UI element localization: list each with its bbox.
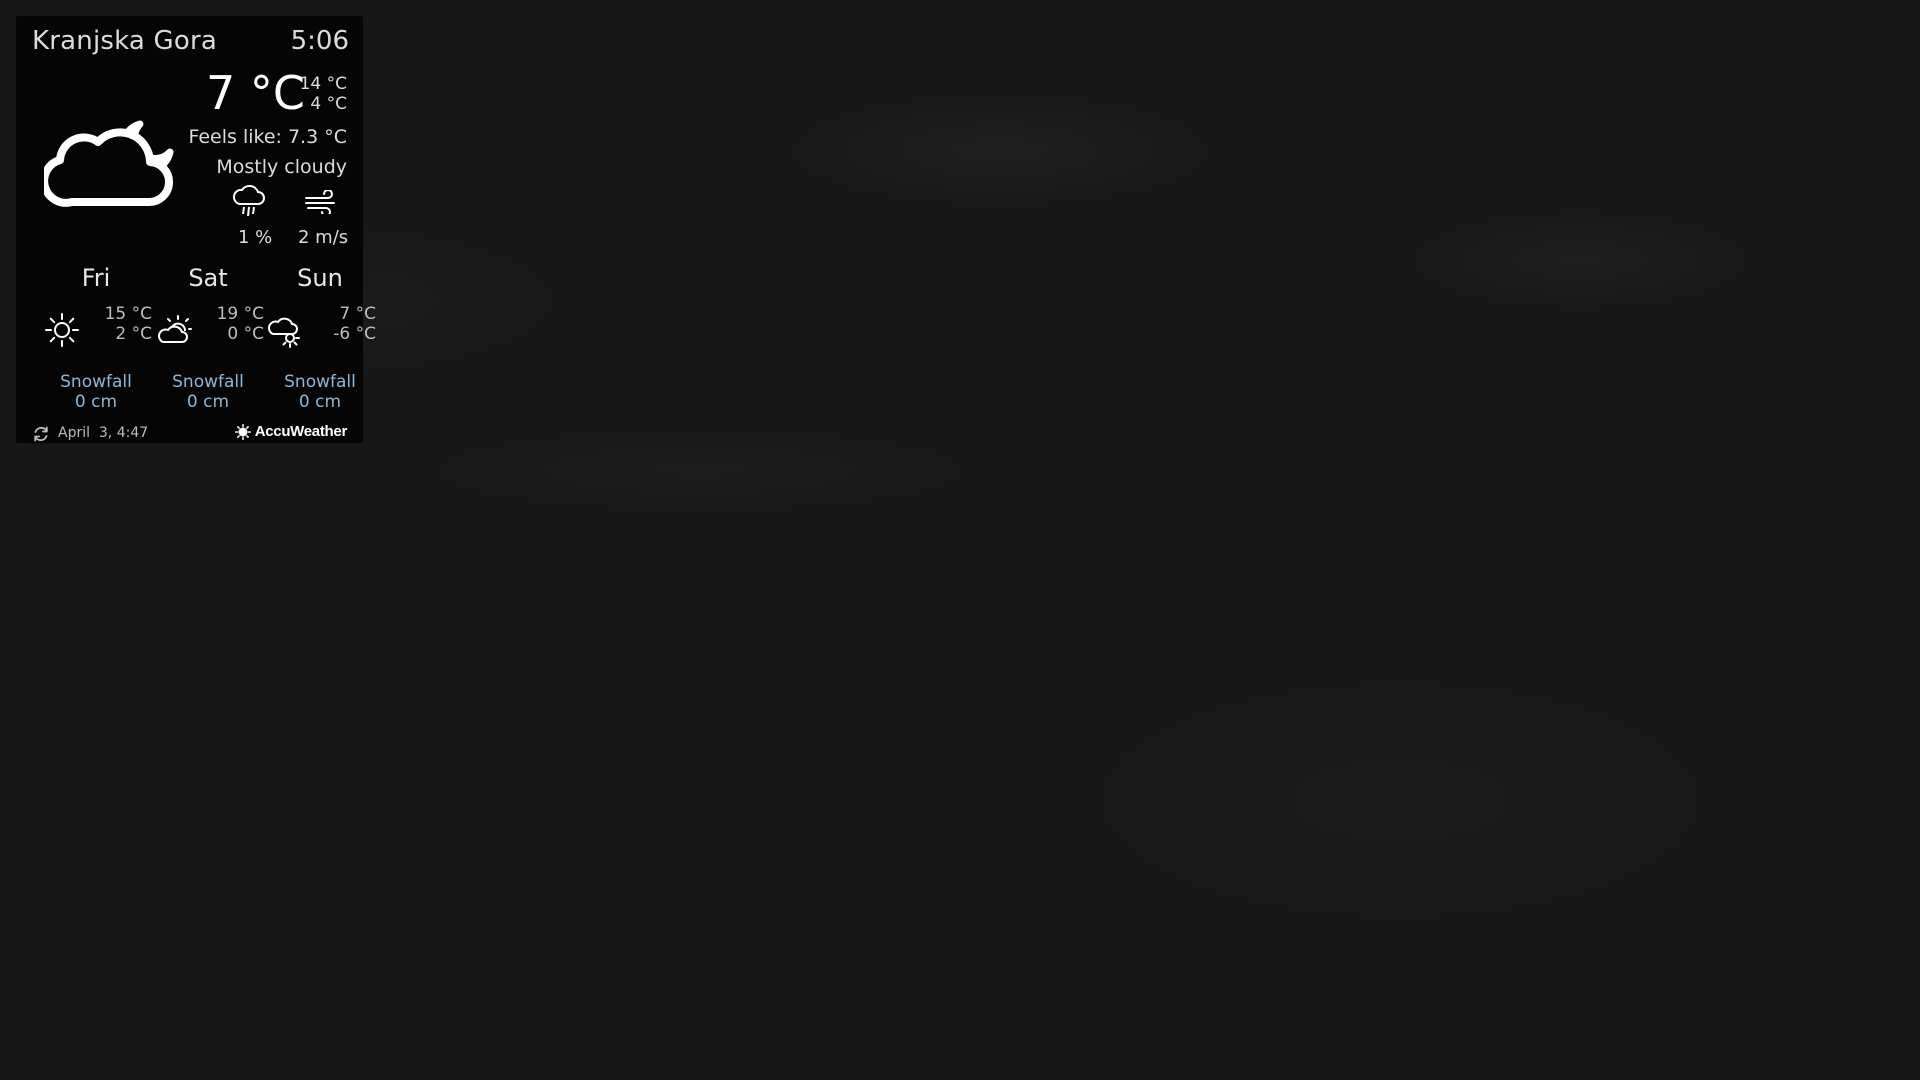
sun-icon [45, 313, 79, 347]
snowfall-value: 0 cm [298, 392, 342, 412]
clock-time: 5:06 [290, 26, 349, 56]
today-low: 4 °C [310, 94, 347, 114]
sun-logo-icon [234, 423, 251, 440]
forecast-low: 0 °C [227, 324, 264, 344]
forecast-temps: 19 °C 0 °C [217, 304, 264, 344]
wind-speed: 2 m/s [298, 227, 349, 248]
location-name: Kranjska Gora [32, 26, 217, 56]
wind-icon [305, 190, 335, 214]
snowfall-label: Snowfall [284, 372, 356, 392]
precipitation-value: 1 % [238, 227, 273, 248]
feels-like: Feels like: 7.3 °C [188, 126, 347, 148]
today-high-low: 14 °C 4 °C [300, 74, 347, 114]
forecast-day-name: Sat [188, 264, 228, 292]
forecast-low: 2 °C [115, 324, 152, 344]
forecast-high: 19 °C [216, 304, 264, 324]
snowfall-label: Snowfall [172, 372, 244, 392]
forecast-temps: 15 °C 2 °C [105, 304, 152, 344]
snowfall-value: 0 cm [74, 392, 118, 412]
snowfall-label: Snowfall [60, 372, 132, 392]
rain-cloud-icon [232, 185, 265, 217]
last-updated: April 3, 4:47 [58, 425, 149, 441]
accuweather-logo: AccuWeather [234, 423, 348, 440]
forecast-day: Sat 19 °C 0 °C Snowfall 0 cm [152, 264, 264, 424]
forecast-high: 7 °C [339, 304, 376, 324]
partly-cloudy-icon [158, 315, 192, 343]
forecast-high: 15 °C [104, 304, 152, 324]
forecast-low: -6 °C [333, 324, 376, 344]
forecast-day-name: Fri [81, 264, 111, 292]
forecast-day-name: Sun [297, 264, 343, 292]
current-temperature: 7 °C [206, 66, 306, 120]
forecast-day: Fri 15 °C 2 °C Snowfall 0 cm [40, 264, 152, 424]
cloud-moon-icon [44, 120, 174, 207]
condition-text: Mostly cloudy [216, 156, 347, 178]
snowfall-value: 0 cm [186, 392, 230, 412]
cloud-sun-icon [268, 317, 300, 348]
today-high: 14 °C [299, 74, 347, 94]
refresh-icon[interactable] [32, 425, 50, 443]
brand-name: AccuWeather [254, 423, 348, 440]
weather-widget: Kranjska Gora 5:06 7 °C 14 °C 4 °C Feels… [16, 16, 376, 443]
forecast-day: Sun 7 °C -6 °C Snowfall 0 cm [264, 264, 376, 424]
forecast-temps: 7 °C -6 °C [333, 304, 376, 344]
